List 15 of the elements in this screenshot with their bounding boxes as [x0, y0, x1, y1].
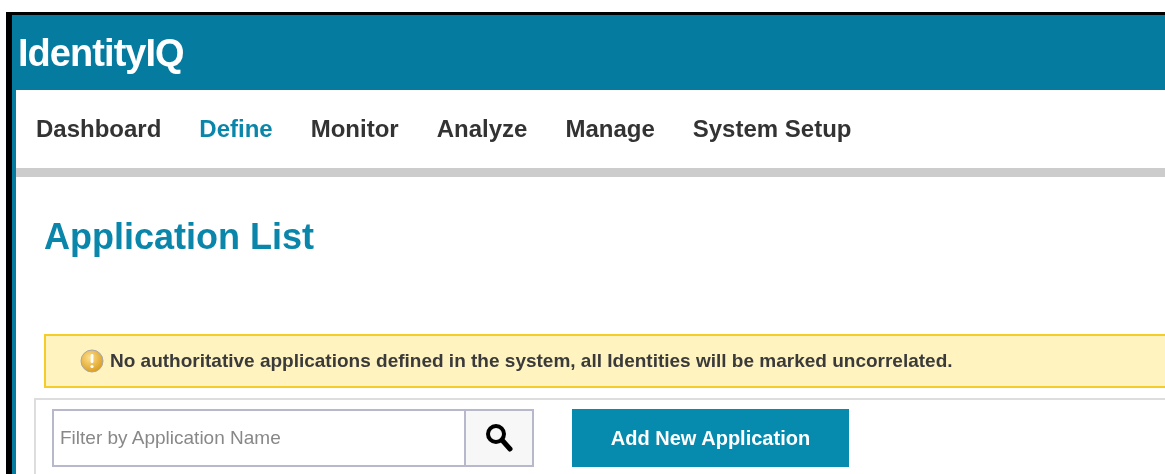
page-title: Application List: [44, 219, 315, 255]
add-new-application-button[interactable]: Add New Application: [572, 409, 849, 467]
filter-field[interactable]: Filter by Application Name: [52, 409, 534, 467]
warning-message: No authoritative applications defined in the system, all Identities will be marked uncorrelated.: [110, 348, 953, 373]
warning-icon: [80, 349, 104, 373]
nav-tab[interactable]: Analyze: [436, 111, 528, 147]
nav-tab[interactable]: Dashboard: [36, 111, 162, 147]
nav-tab[interactable]: Monitor: [310, 111, 399, 147]
logo: IdentityIQ: [18, 33, 184, 72]
filter-input[interactable]: Filter by Application Name: [54, 411, 464, 465]
search-button[interactable]: [464, 411, 532, 465]
nav-tab[interactable]: System Setup: [692, 111, 852, 147]
nav-tab[interactable]: Define: [199, 111, 273, 147]
nav-tab[interactable]: Manage: [565, 111, 655, 147]
search-icon: [485, 423, 513, 453]
